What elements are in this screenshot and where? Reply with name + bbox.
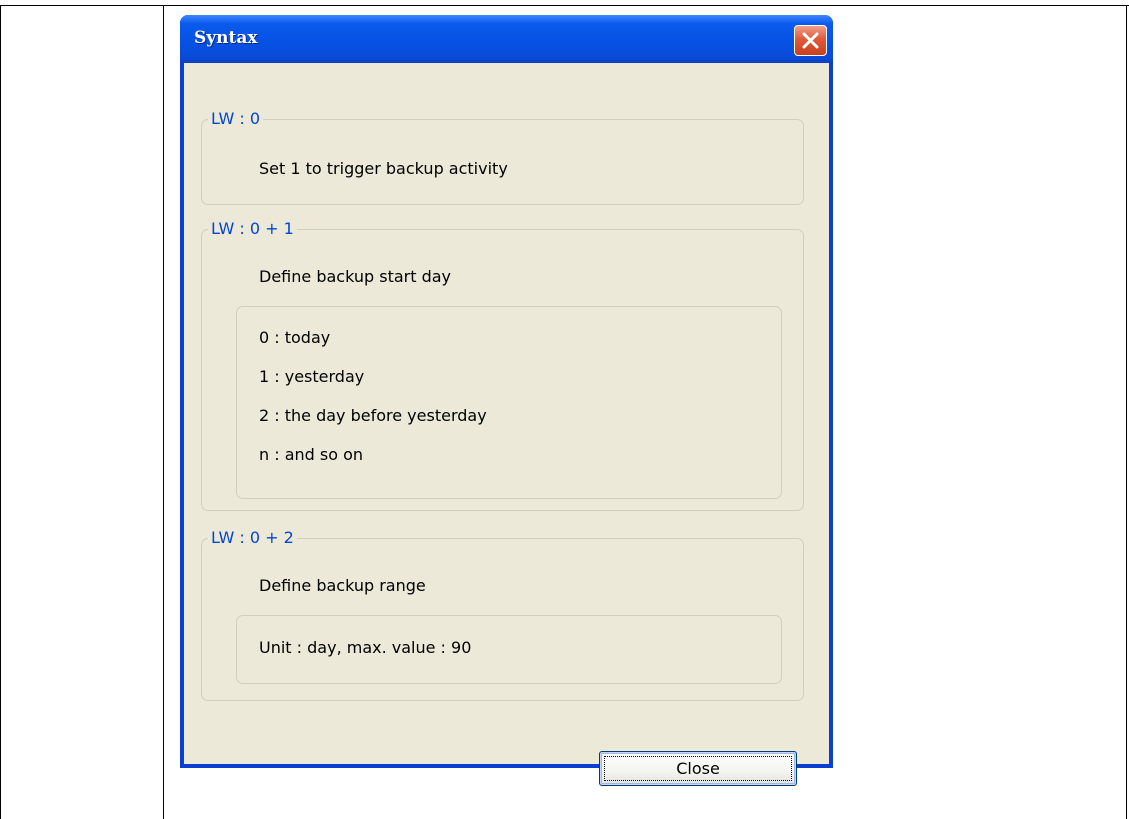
group-description: Define backup start day [259,267,452,286]
table-border-left [0,5,1,819]
start-day-options-box: 0 : today 1 : yesterday 2 : the day befo… [236,306,782,499]
group-legend: LW : 0 [208,110,264,128]
option-item: n : and so on [259,445,364,464]
group-legend: LW : 0 + 2 [208,529,297,547]
document-page: Syntax LW : 0 Set 1 to trigger backup ac… [0,0,1129,819]
dialog-client-area: LW : 0 Set 1 to trigger backup activity … [184,63,829,786]
table-column-divider [163,5,164,819]
group-lw-0-plus-1: LW : 0 + 1 Define backup start day 0 : t… [201,220,804,511]
dialog-title: Syntax [194,28,258,48]
range-note: Unit : day, max. value : 90 [259,638,472,657]
syntax-dialog: Syntax LW : 0 Set 1 to trigger backup ac… [180,15,833,786]
group-description: Define backup range [259,576,426,595]
title-close-button[interactable] [794,25,827,56]
close-button[interactable]: Close [599,751,797,786]
group-description: Set 1 to trigger backup activity [259,159,508,178]
table-border-right [1126,5,1127,819]
table-border-top [0,5,1129,6]
group-lw-0-plus-2: LW : 0 + 2 Define backup range Unit : da… [201,529,804,701]
close-x-icon [802,32,819,49]
group-lw-0: LW : 0 Set 1 to trigger backup activity [201,110,804,205]
dialog-title-bar[interactable]: Syntax [180,15,833,63]
option-item: 2 : the day before yesterday [259,406,487,425]
option-item: 0 : today [259,328,331,347]
range-note-box: Unit : day, max. value : 90 [236,615,782,684]
close-button-label: Close [676,759,720,778]
option-item: 1 : yesterday [259,367,365,386]
group-legend: LW : 0 + 1 [208,220,297,238]
